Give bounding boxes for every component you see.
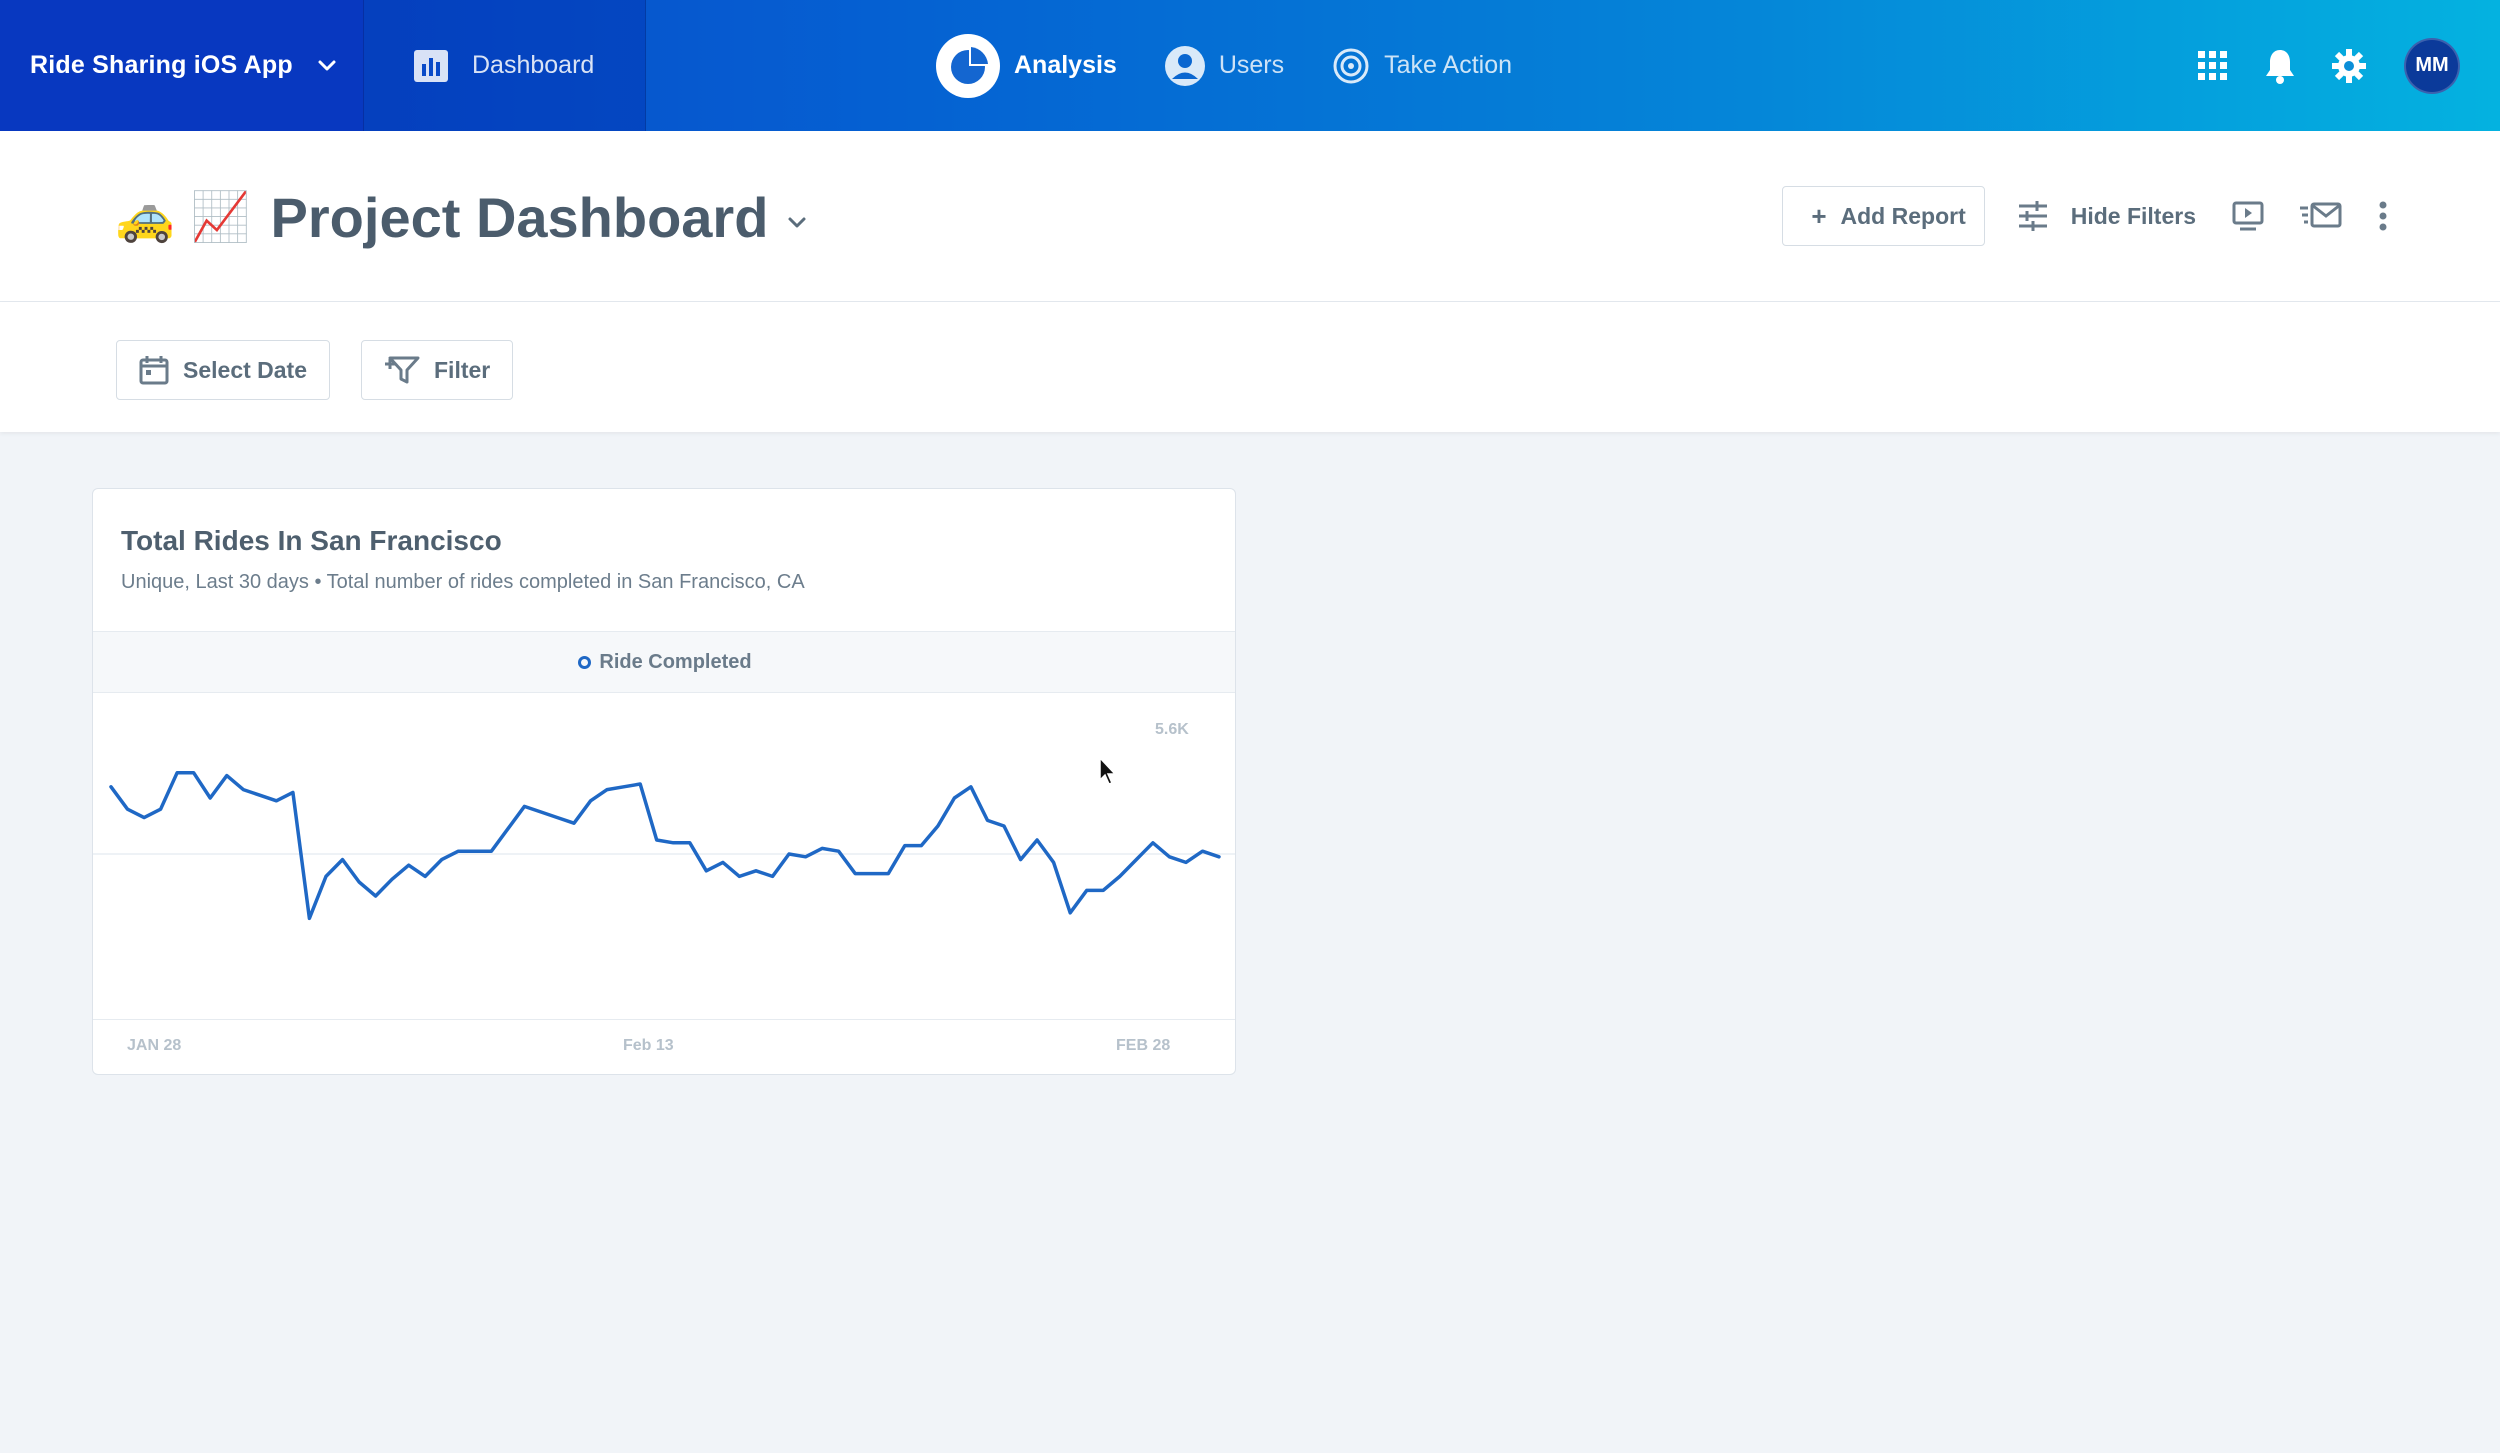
series-line-0[interactable]	[109, 771, 1221, 921]
header-actions: + Add Report Hide Filters	[1782, 186, 2388, 246]
chevron-down-icon	[318, 60, 336, 70]
chart-baseline	[93, 1019, 1235, 1020]
nav-analysis[interactable]: Analysis	[936, 33, 1117, 98]
chart-emoji: 📈	[190, 190, 251, 244]
line-chart[interactable]	[93, 694, 1236, 1019]
filter-button[interactable]: Filter	[361, 340, 514, 400]
select-date-button[interactable]: Select Date	[116, 340, 331, 400]
x-tick-label: Feb 13	[623, 1037, 674, 1054]
chevron-down-icon	[788, 217, 806, 227]
legend-label[interactable]: Ride Completed	[599, 651, 751, 674]
legend-marker	[578, 655, 592, 669]
add-report-label: Add Report	[1840, 202, 1966, 229]
calendar-icon	[139, 356, 169, 385]
hide-filters-label: Hide Filters	[2070, 202, 2196, 229]
nav-dashboard[interactable]: Dashboard	[364, 0, 646, 131]
main-nav: Analysis Users Take Action	[936, 0, 1560, 131]
select-date-label: Select Date	[183, 356, 308, 383]
apps-grid-icon[interactable]	[2198, 50, 2228, 81]
x-tick-label: JAN 28	[127, 1037, 182, 1054]
nav-analysis-label: Analysis	[1014, 51, 1117, 79]
filter-icon	[385, 356, 420, 384]
report-card[interactable]: Total Rides In San Francisco Unique, Las…	[92, 488, 1236, 1075]
email-icon[interactable]	[2300, 202, 2342, 230]
report-title[interactable]: Total Rides In San Francisco	[121, 525, 502, 557]
bar-chart-icon	[414, 49, 448, 82]
bell-icon[interactable]	[2264, 48, 2296, 84]
avatar[interactable]: MM	[2404, 37, 2460, 94]
nav-take-action-label: Take Action	[1384, 51, 1512, 79]
more-options-icon[interactable]	[2378, 201, 2388, 231]
nav-take-action[interactable]: Take Action	[1332, 47, 1512, 85]
y-axis-max-label: 5.6K	[1155, 721, 1189, 738]
mouse-cursor-icon	[1099, 756, 1117, 785]
plus-icon: +	[1811, 200, 1827, 231]
nav-utilities: MM	[2162, 0, 2460, 131]
hide-filters-button[interactable]: Hide Filters	[2017, 200, 2196, 232]
taxi-emoji: 🚕	[115, 190, 175, 244]
nav-dashboard-label: Dashboard	[472, 51, 595, 79]
filter-bar: Select Date Filter	[0, 302, 2500, 432]
nav-users[interactable]: Users	[1164, 45, 1285, 86]
pie-chart-icon	[936, 33, 1000, 98]
add-report-button[interactable]: + Add Report	[1782, 186, 1985, 246]
project-switcher[interactable]: Ride Sharing iOS App	[0, 0, 364, 131]
dashboard-title-switcher[interactable]: 🚕 📈 Project Dashboard	[115, 185, 808, 250]
report-subtitle: Unique, Last 30 days • Total number of r…	[121, 571, 805, 593]
presentation-icon[interactable]	[2232, 201, 2264, 231]
user-icon	[1164, 45, 1205, 86]
x-tick-label: FEB 28	[1116, 1037, 1171, 1054]
top-navigation: Ride Sharing iOS App Dashboard Analysis	[0, 0, 2500, 131]
nav-users-label: Users	[1218, 51, 1285, 79]
filter-label: Filter	[434, 356, 491, 383]
page-header: 🚕 📈 Project Dashboard + Add Report Hide …	[0, 131, 2500, 302]
sliders-icon	[2018, 201, 2047, 231]
gear-icon[interactable]	[2332, 48, 2366, 83]
page-title: Project Dashboard	[270, 186, 769, 249]
chart-legend: Ride Completed	[93, 631, 1235, 693]
target-icon	[1333, 48, 1369, 83]
project-name: Ride Sharing iOS App	[30, 51, 293, 79]
